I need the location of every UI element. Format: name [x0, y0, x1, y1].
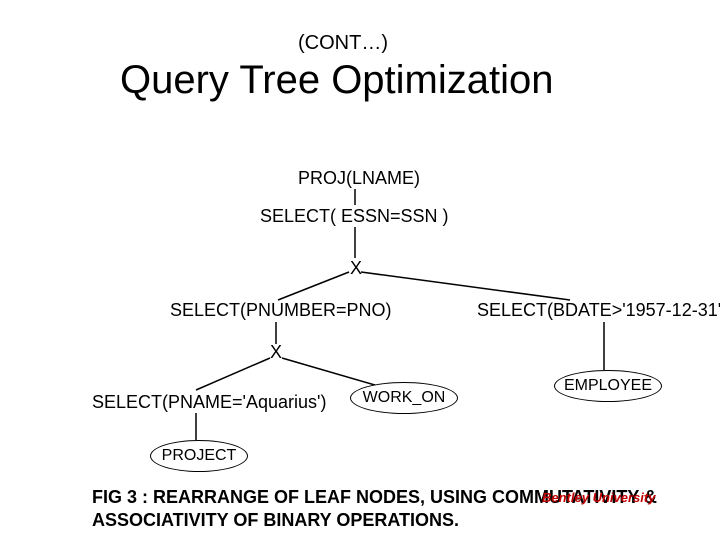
node-work-on: WORK_ON: [350, 382, 458, 414]
node-work-on-label: WORK_ON: [363, 389, 446, 407]
node-select-bdate: SELECT(BDATE>'1957-12-31'): [477, 300, 720, 321]
node-project: PROJECT: [150, 440, 248, 472]
node-cross-top: X: [350, 258, 362, 279]
node-employee: EMPLOYEE: [554, 370, 662, 402]
watermark: Bentley University: [542, 490, 655, 505]
node-employee-label: EMPLOYEE: [564, 377, 652, 395]
node-select-essn: SELECT( ESSN=SSN ): [260, 206, 449, 227]
node-project-label: PROJECT: [162, 447, 237, 465]
node-select-pnumber: SELECT(PNUMBER=PNO): [170, 300, 392, 321]
page-title: Query Tree Optimization: [120, 58, 554, 103]
cont-label: (CONT…): [298, 32, 388, 55]
node-select-pname: SELECT(PNAME='Aquarius'): [92, 392, 326, 413]
node-proj: PROJ(LNAME): [298, 168, 420, 189]
node-cross-mid: X: [270, 342, 282, 363]
